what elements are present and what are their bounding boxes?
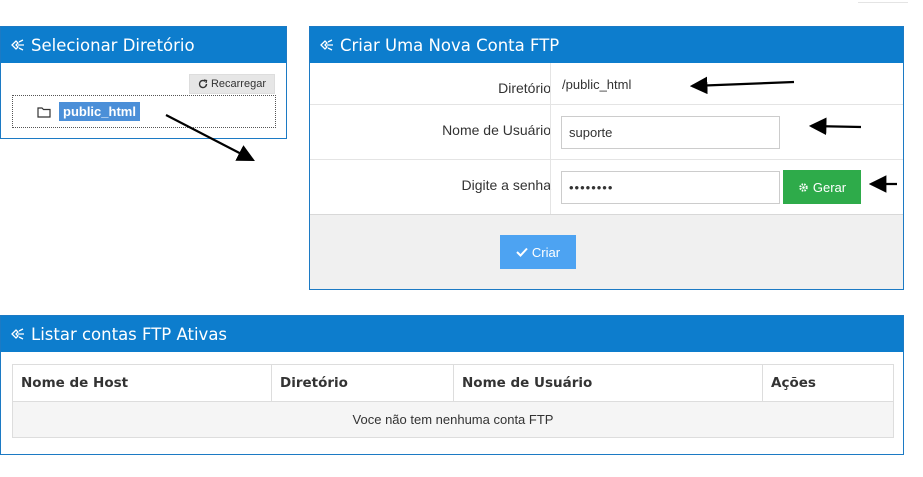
arrow-to-directory	[689, 76, 795, 95]
ftp-page: Selecionar Diretório Recarregar public_h…	[0, 0, 923, 477]
arrow-to-public-html	[165, 114, 255, 162]
annotation-arrows	[165, 76, 897, 193]
arrow-to-username	[808, 117, 862, 136]
